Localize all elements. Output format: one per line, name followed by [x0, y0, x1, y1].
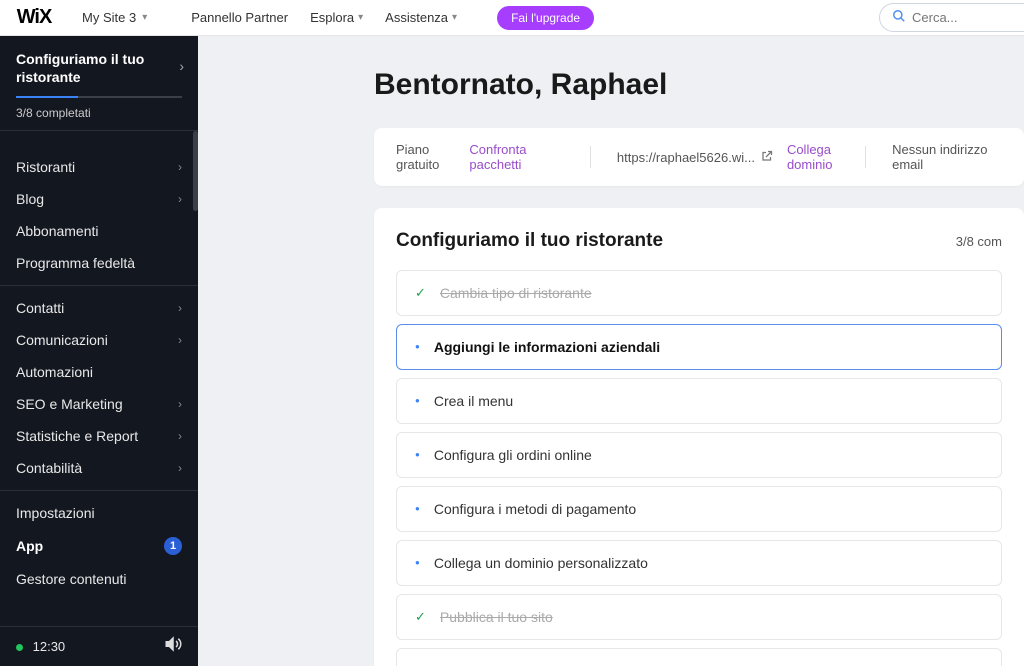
url-cell: https://raphael5626.wi... Collega domini… — [617, 142, 839, 172]
plan-cell: Piano gratuito Confronta pacchetti — [396, 142, 564, 172]
setup-step[interactable]: ✓ Cambia tipo di ristorante — [396, 270, 1002, 316]
step-label: Cambia tipo di ristorante — [440, 285, 592, 301]
top-links: Pannello Partner Esplora ▾ Assistenza ▾ … — [191, 6, 594, 30]
chevron-right-icon: › — [178, 429, 182, 443]
chevron-right-icon: › — [178, 461, 182, 475]
sidebar: Configuriamo il tuo ristorante › 3/8 com… — [0, 36, 198, 666]
bullet-icon: ● — [415, 397, 420, 405]
setup-step[interactable]: ● Crea il menu — [396, 378, 1002, 424]
bullet-icon: ● — [415, 343, 420, 351]
explore-link[interactable]: Esplora ▾ — [310, 10, 363, 25]
nav-accounting[interactable]: Contabilità› — [0, 452, 198, 484]
sidebar-nav: Ristoranti› Blog› Abbonamenti Programma … — [0, 131, 198, 626]
bullet-icon: ● — [415, 451, 420, 459]
chevron-right-icon: › — [178, 397, 182, 411]
chevron-right-icon: › — [179, 58, 184, 74]
status-time[interactable]: 12:30 — [16, 639, 65, 654]
chevron-down-icon: ▾ — [358, 12, 363, 23]
chevron-right-icon: › — [178, 301, 182, 315]
setup-step[interactable]: ✓Fatti trovare su Google — [396, 648, 1002, 666]
nav-seo-marketing[interactable]: SEO e Marketing› — [0, 388, 198, 420]
chevron-down-icon: ▾ — [452, 12, 457, 23]
email-cell: Nessun indirizzo email — [892, 142, 1002, 172]
setup-step[interactable]: ✓ Pubblica il tuo sito — [396, 594, 1002, 640]
no-email-label: Nessun indirizzo email — [892, 142, 1002, 172]
plan-label: Piano gratuito — [396, 142, 463, 172]
upgrade-button[interactable]: Fai l'upgrade — [497, 6, 594, 30]
chevron-right-icon: › — [178, 333, 182, 347]
top-bar: WiX My Site 3 ▾ Pannello Partner Esplora… — [0, 0, 1024, 36]
volume-icon[interactable] — [164, 635, 182, 658]
site-info-strip: Piano gratuito Confronta pacchetti https… — [374, 128, 1024, 186]
welcome-heading: Bentornato, Raphael — [374, 68, 1024, 102]
setup-card-title: Configuriamo il tuo ristorante — [396, 230, 663, 252]
nav-loyalty[interactable]: Programma fedeltà — [0, 247, 198, 279]
nav-subscriptions[interactable]: Abbonamenti — [0, 215, 198, 247]
step-label: Pubblica il tuo sito — [440, 609, 553, 625]
connect-domain-link[interactable]: Collega dominio — [787, 142, 839, 172]
chevron-right-icon: › — [178, 192, 182, 206]
help-link[interactable]: Assistenza ▾ — [385, 10, 457, 25]
step-label: Collega un dominio personalizzato — [434, 555, 648, 571]
setup-progress-block[interactable]: Configuriamo il tuo ristorante › 3/8 com… — [0, 36, 198, 131]
nav-stats-report[interactable]: Statistiche e Report› — [0, 420, 198, 452]
wix-logo[interactable]: WiX — [0, 0, 68, 36]
setup-title: Configuriamo il tuo ristorante — [16, 50, 182, 86]
main-content: Bentornato, Raphael Piano gratuito Confr… — [198, 36, 1024, 666]
setup-step[interactable]: ● Configura i metodi di pagamento — [396, 486, 1002, 532]
chevron-down-icon: ▾ — [142, 12, 147, 23]
nav-communications[interactable]: Comunicazioni› — [0, 324, 198, 356]
step-label: Aggiungi le informazioni aziendali — [434, 339, 660, 355]
setup-step[interactable]: ● Configura gli ordini online — [396, 432, 1002, 478]
chevron-right-icon: › — [178, 160, 182, 174]
app-badge: 1 — [164, 537, 182, 555]
check-icon: ✓ — [415, 609, 426, 625]
step-label: Crea il menu — [434, 393, 513, 409]
bullet-icon: ● — [415, 559, 420, 567]
setup-progress-label: 3/8 completati — [16, 106, 182, 120]
progress-bar — [16, 96, 182, 98]
sidebar-footer: 12:30 — [0, 626, 198, 666]
site-selector[interactable]: My Site 3 ▾ — [68, 10, 161, 25]
search-box[interactable] — [879, 3, 1024, 32]
setup-card-count: 3/8 com — [956, 234, 1002, 249]
site-url: https://raphael5626.wi... — [617, 150, 755, 165]
nav-settings[interactable]: Impostazioni — [0, 497, 198, 529]
compare-plans-link[interactable]: Confronta pacchetti — [469, 142, 564, 172]
setup-step[interactable]: ● Collega un dominio personalizzato — [396, 540, 1002, 586]
setup-steps-card: Configuriamo il tuo ristorante 3/8 com ✓… — [374, 208, 1024, 666]
check-icon: ✓ — [415, 285, 426, 301]
nav-app[interactable]: App 1 — [0, 529, 198, 563]
site-name: My Site 3 — [82, 10, 136, 25]
nav-blog[interactable]: Blog› — [0, 183, 198, 215]
status-dot-icon — [16, 644, 23, 651]
nav-contacts[interactable]: Contatti› — [0, 292, 198, 324]
search-icon — [892, 9, 906, 26]
bullet-icon: ● — [415, 505, 420, 513]
step-label: Configura gli ordini online — [434, 447, 592, 463]
step-label: Configura i metodi di pagamento — [434, 501, 636, 517]
nav-automations[interactable]: Automazioni — [0, 356, 198, 388]
search-input[interactable] — [912, 10, 1012, 25]
nav-restaurants[interactable]: Ristoranti› — [0, 151, 198, 183]
partner-panel-link[interactable]: Pannello Partner — [191, 10, 288, 25]
external-link-icon[interactable] — [761, 150, 773, 165]
setup-step[interactable]: ● Aggiungi le informazioni aziendali — [396, 324, 1002, 370]
